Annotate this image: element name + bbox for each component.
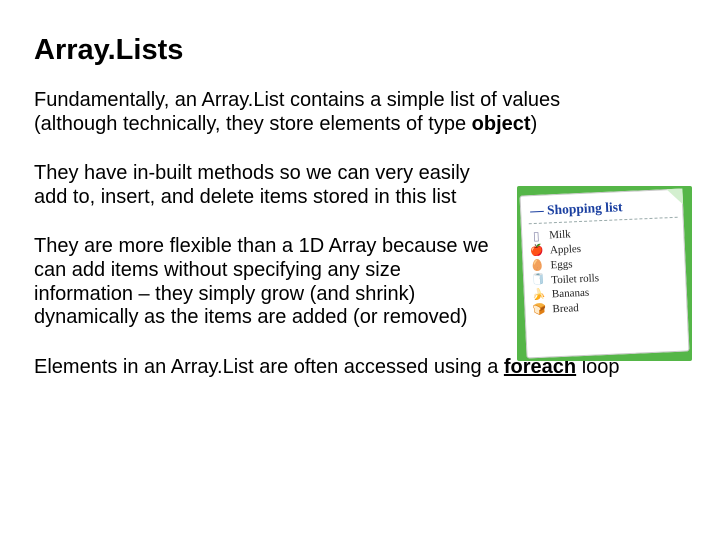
foreach-text-a: Elements in an Array.List are often acce… xyxy=(34,356,504,378)
flexibility-paragraph: They are more flexible than a 1D Array b… xyxy=(34,235,499,329)
shopping-list-title: — Shopping list xyxy=(530,197,678,219)
list-item-label: Toilet rolls xyxy=(551,271,599,288)
bread-icon xyxy=(532,303,547,318)
list-item-label: Milk xyxy=(549,227,571,243)
egg-icon xyxy=(530,259,545,274)
intro-line-1: Fundamentally, an Array.List contains a … xyxy=(34,89,560,111)
list-item-label: Bread xyxy=(552,301,579,317)
list-item-label: Eggs xyxy=(550,257,573,273)
shopping-items: Milk Apples Eggs Toilet rolls Bananas Br… xyxy=(529,223,682,318)
intro-line-2b: ) xyxy=(531,113,538,135)
apple-icon xyxy=(530,244,545,259)
shopping-list-paper: — Shopping list Milk Apples Eggs Toilet … xyxy=(520,189,690,359)
list-item-label: Bananas xyxy=(552,286,590,302)
list-item-label: Apples xyxy=(550,242,582,258)
shopping-list-graphic: — Shopping list Milk Apples Eggs Toilet … xyxy=(517,186,692,361)
toilet-icon xyxy=(531,274,546,289)
intro-line-2a: (although technically, they store elemen… xyxy=(34,113,472,135)
shopping-title-dash: — xyxy=(530,202,548,218)
shopping-title-text: Shopping list xyxy=(547,199,623,217)
milk-icon xyxy=(529,229,544,244)
slide: Array.Lists Fundamentally, an Array.List… xyxy=(0,0,720,540)
intro-paragraph: Fundamentally, an Array.List contains a … xyxy=(34,89,686,136)
slide-title: Array.Lists xyxy=(34,34,686,67)
intro-object-bold: object xyxy=(472,113,531,135)
methods-paragraph: They have in-built methods so we can ver… xyxy=(34,162,499,209)
banana-icon xyxy=(532,288,547,303)
